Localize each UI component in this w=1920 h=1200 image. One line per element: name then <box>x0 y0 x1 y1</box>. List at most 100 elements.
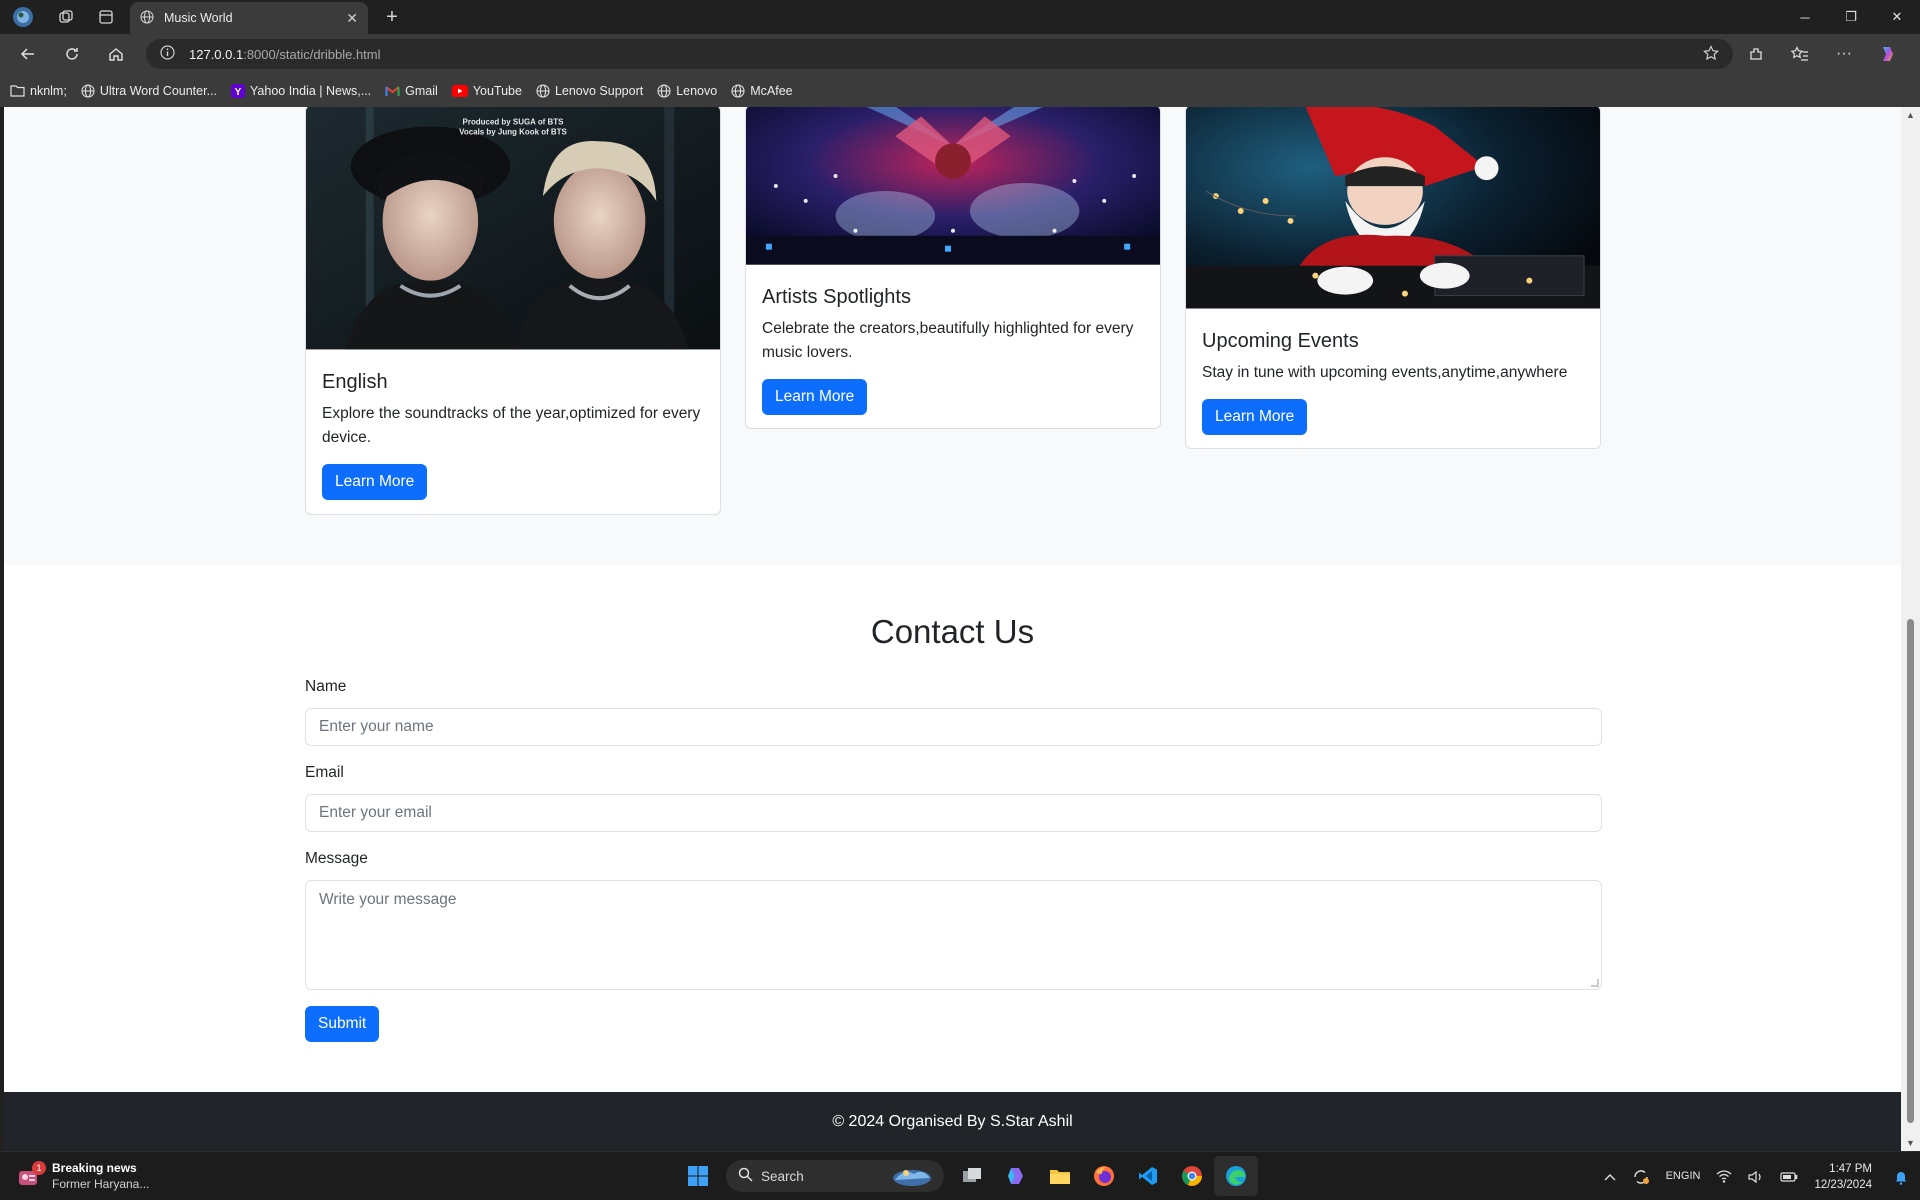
message-textarea[interactable]: Write your message <box>305 880 1602 990</box>
bookmark-label: nknlm; <box>30 83 67 98</box>
language-indicator[interactable]: ENG IN <box>1658 1169 1709 1184</box>
bookmark-lenovo[interactable]: Lenovo <box>657 84 717 98</box>
volume-icon[interactable] <box>1740 1170 1772 1184</box>
battery-icon[interactable] <box>1772 1171 1806 1182</box>
resize-grip-icon[interactable] <box>1591 979 1599 987</box>
footer-text: © 2024 Organised By S.Star Ashil <box>832 1112 1073 1130</box>
refresh-button[interactable] <box>50 34 94 74</box>
show-hidden-icons-icon[interactable] <box>1596 1173 1624 1181</box>
clock-time: 1:47 PM <box>1829 1162 1872 1175</box>
home-button[interactable] <box>94 34 138 74</box>
image-caption-line1: Produced by SUGA of BTS <box>463 118 564 127</box>
search-highlight-icon <box>892 1164 932 1189</box>
bookmark-yahoo[interactable]: Y Yahoo India | News,... <box>231 83 372 98</box>
bookmark-label: Gmail <box>405 83 438 98</box>
taskbar-search[interactable]: Search <box>726 1160 944 1192</box>
gmail-icon <box>385 85 400 97</box>
contact-heading: Contact Us <box>870 613 1035 650</box>
sync-icon[interactable] <box>1624 1168 1658 1186</box>
globe-icon <box>536 83 550 98</box>
file-explorer-icon[interactable] <box>1038 1156 1082 1196</box>
learn-more-button[interactable]: Learn More <box>762 379 868 415</box>
card-image-concert <box>746 107 1160 265</box>
clock[interactable]: 1:47 PM 12/23/2024 <box>1806 1161 1886 1193</box>
card-title: English <box>322 371 388 393</box>
name-label: Name <box>305 678 347 695</box>
bookmark-mcafee[interactable]: McAfee <box>731 83 793 98</box>
edge-icon[interactable] <box>1214 1156 1258 1196</box>
extensions-icon[interactable] <box>1734 34 1778 74</box>
wifi-icon[interactable] <box>1708 1170 1740 1183</box>
email-input[interactable]: Enter your email <box>305 794 1602 832</box>
scroll-down-icon[interactable]: ▼ <box>1906 1138 1915 1148</box>
favorites-icon[interactable] <box>1778 34 1822 74</box>
bookmark-ultra-word-counter[interactable]: Ultra Word Counter... <box>81 84 217 98</box>
name-input[interactable]: Enter your name <box>305 708 1602 746</box>
chrome-icon[interactable] <box>1170 1156 1214 1196</box>
news-title: Breaking news <box>52 1161 137 1175</box>
news-subtitle: Former Haryana... <box>52 1177 150 1191</box>
close-tab-icon[interactable]: ✕ <box>346 10 358 27</box>
bookmarks-bar: nknlm; Ultra Word Counter... Y Yahoo Ind… <box>0 74 1920 107</box>
profile-avatar-icon[interactable] <box>0 0 46 34</box>
scrollbar-thumb[interactable] <box>1907 619 1914 1123</box>
back-button[interactable] <box>6 34 50 74</box>
bookmark-label: Lenovo <box>676 83 718 98</box>
bookmark-nknlm[interactable]: nknlm; <box>10 84 67 98</box>
globe-icon <box>140 9 154 27</box>
restore-button[interactable]: ❐ <box>1828 0 1874 34</box>
vertical-tabs-icon[interactable] <box>86 0 126 34</box>
news-widget[interactable]: 1 Breaking news Former Haryana... <box>16 1160 149 1192</box>
clock-date: 12/23/2024 <box>1814 1178 1872 1191</box>
task-view-icon[interactable] <box>950 1156 994 1196</box>
address-bar[interactable]: 127.0.0.1:8000/static/dribble.html <box>146 39 1733 69</box>
card-upcoming-events: Upcoming Events Stay in tune with upcomi… <box>1185 107 1601 449</box>
search-icon <box>738 1167 753 1185</box>
minimize-button[interactable]: ─ <box>1782 0 1828 34</box>
favorite-star-icon[interactable] <box>1703 44 1719 64</box>
copilot-icon[interactable] <box>1866 34 1910 74</box>
card-image-dj-santa <box>1186 107 1600 309</box>
bookmark-label: Yahoo India | News,... <box>250 83 372 98</box>
card-english: Produced by SUGA of BTS Vocals by Jung K… <box>305 107 721 515</box>
scroll-up-icon[interactable]: ▲ <box>1906 110 1915 120</box>
bookmark-label: Ultra Word Counter... <box>99 83 218 98</box>
message-placeholder: Write your message <box>319 891 457 908</box>
email-label: Email <box>305 764 344 781</box>
info-icon[interactable] <box>160 45 175 63</box>
page-scrollbar[interactable]: ▲ ▼ <box>1901 107 1920 1151</box>
bookmark-lenovo-support[interactable]: Lenovo Support <box>536 84 643 98</box>
search-label: Search <box>761 1168 804 1184</box>
more-menu-icon[interactable]: ··· <box>1822 34 1866 74</box>
cards-section: Produced by SUGA of BTS Vocals by Jung K… <box>4 107 1901 565</box>
message-label: Message <box>305 850 368 867</box>
firefox-icon[interactable] <box>1082 1156 1126 1196</box>
new-tab-button[interactable]: + <box>378 4 406 30</box>
learn-more-button[interactable]: Learn More <box>322 464 428 500</box>
url-path: :8000/static/dribble.html <box>243 46 381 62</box>
system-tray: ENG IN 1:47 PM 12/23/2024 <box>1596 1152 1920 1200</box>
close-window-button[interactable]: ✕ <box>1874 0 1920 34</box>
submit-button[interactable]: Submit <box>305 1006 380 1042</box>
learn-more-button[interactable]: Learn More <box>1202 399 1308 435</box>
bookmark-gmail[interactable]: Gmail <box>385 84 438 98</box>
name-placeholder: Enter your name <box>319 718 434 735</box>
card-title: Artists Spotlights <box>762 286 911 308</box>
tab-music-world[interactable]: Music World ✕ <box>130 2 368 34</box>
browser-tabstrip: Music World ✕ + ─ ❐ ✕ <box>0 0 1920 34</box>
browser-toolbar: 127.0.0.1:8000/static/dribble.html ··· <box>0 34 1920 74</box>
bookmark-label: Lenovo Support <box>554 83 644 98</box>
start-button[interactable] <box>676 1156 720 1196</box>
tab-title: Music World <box>164 11 233 25</box>
card-text: Stay in tune with upcoming events,anytim… <box>1202 364 1568 381</box>
globe-icon <box>731 83 745 98</box>
workspaces-icon[interactable] <box>46 0 86 34</box>
copilot-taskbar-icon[interactable] <box>994 1156 1038 1196</box>
lang-line1: ENG <box>1665 1170 1690 1182</box>
notifications-bell-icon[interactable] <box>1886 1169 1920 1185</box>
vscode-icon[interactable] <box>1126 1156 1170 1196</box>
footer: © 2024 Organised By S.Star Ashil <box>4 1092 1901 1151</box>
globe-icon <box>657 83 671 98</box>
bookmark-youtube[interactable]: YouTube <box>451 84 522 98</box>
lang-line2: IN <box>1689 1170 1701 1182</box>
